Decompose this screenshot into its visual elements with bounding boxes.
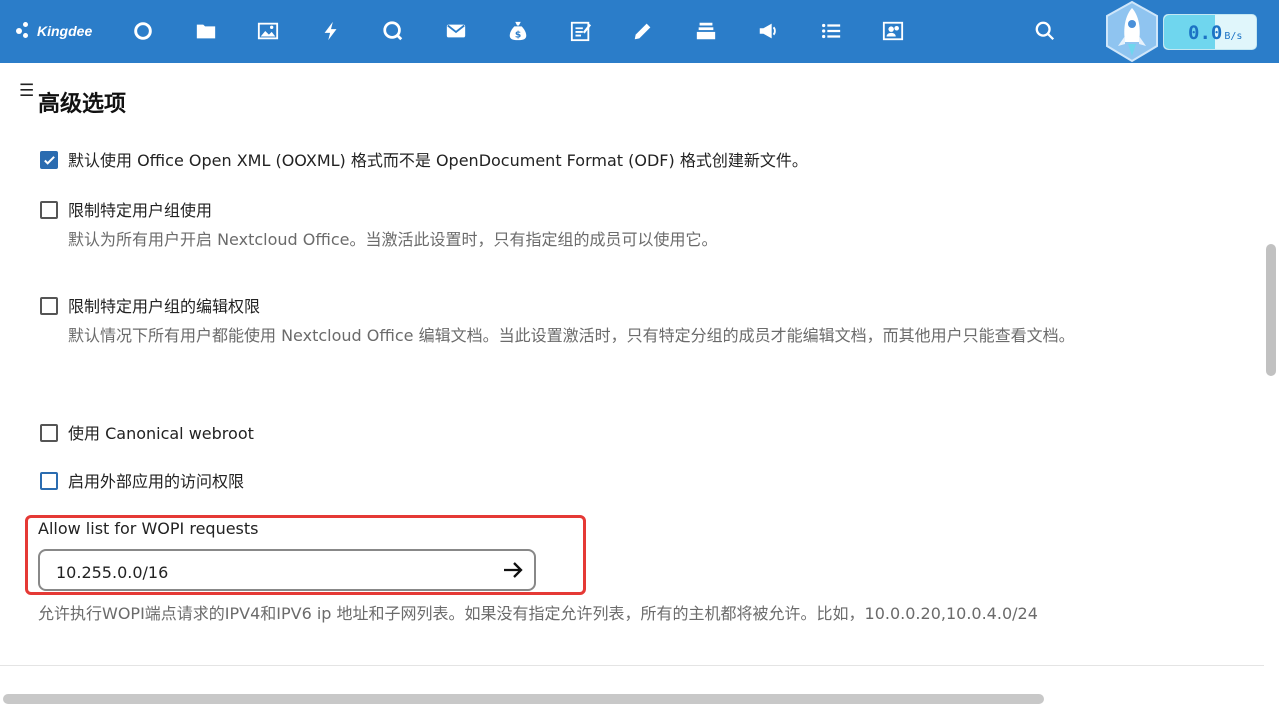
- brand-text: Kingdee: [37, 23, 93, 39]
- contacts-icon[interactable]: [881, 19, 905, 43]
- speed-value: 0.0: [1188, 22, 1223, 44]
- network-speed-widget[interactable]: 0.0 B/s: [1103, 0, 1257, 63]
- wopi-submit-button[interactable]: [492, 551, 534, 589]
- speed-unit: B/s: [1224, 31, 1243, 42]
- svg-text:$: $: [515, 29, 521, 40]
- chat-icon[interactable]: [381, 19, 405, 43]
- external-apps-label: 启用外部应用的访问权限: [68, 472, 245, 491]
- speed-meter: 0.0 B/s: [1163, 14, 1257, 50]
- canonical-webroot-checkbox[interactable]: [40, 424, 58, 442]
- circle-icon[interactable]: [131, 19, 155, 43]
- page-title: 高级选项: [38, 92, 127, 117]
- option-ooxml[interactable]: 默认使用 Office Open XML (OOXML) 格式而不是 OpenD…: [40, 151, 808, 171]
- pencil-icon[interactable]: [631, 19, 655, 43]
- menu-toggle-icon[interactable]: ☰: [19, 83, 34, 100]
- limit-edit-checkbox[interactable]: [40, 297, 58, 315]
- mail-icon[interactable]: [444, 19, 468, 43]
- option-limit-edit[interactable]: 限制特定用户组的编辑权限: [40, 297, 260, 317]
- limit-groups-label: 限制特定用户组使用: [68, 201, 213, 220]
- wopi-allowlist-field[interactable]: [38, 549, 536, 591]
- bolt-icon[interactable]: [319, 19, 343, 43]
- vertical-scrollbar[interactable]: [1266, 244, 1276, 376]
- external-apps-checkbox[interactable]: [40, 472, 58, 490]
- limit-edit-description: 默认情况下所有用户都能使用 Nextcloud Office 编辑文档。当此设置…: [68, 326, 1075, 345]
- option-limit-groups[interactable]: 限制特定用户组使用: [40, 201, 212, 221]
- canonical-webroot-label: 使用 Canonical webroot: [68, 424, 254, 443]
- logo-mark-icon: [16, 22, 34, 40]
- list-icon[interactable]: [819, 19, 843, 43]
- limit-edit-label: 限制特定用户组的编辑权限: [68, 297, 261, 316]
- kingdee-logo[interactable]: Kingdee: [16, 16, 92, 46]
- folder-icon[interactable]: [194, 19, 218, 43]
- megaphone-icon[interactable]: [756, 19, 780, 43]
- top-bar: Kingdee $ 0.0 B/s: [0, 0, 1279, 63]
- limit-groups-description: 默认为所有用户开启 Nextcloud Office。当激活此设置时，只有指定组…: [68, 230, 718, 249]
- money-bag-icon[interactable]: $: [506, 19, 530, 43]
- horizontal-scrollbar[interactable]: [3, 694, 1044, 704]
- rocket-icon: [1106, 0, 1158, 63]
- wopi-allowlist-label: Allow list for WOPI requests: [38, 519, 259, 538]
- arrow-right-icon: [504, 562, 523, 578]
- speed-readout: 0.0 B/s: [1188, 22, 1242, 44]
- section-divider: [0, 665, 1264, 666]
- image-icon[interactable]: [256, 19, 280, 43]
- option-external-apps[interactable]: 启用外部应用的访问权限: [40, 472, 244, 492]
- wopi-allowlist-input[interactable]: [54, 559, 478, 585]
- ooxml-label: 默认使用 Office Open XML (OOXML) 格式而不是 OpenD…: [68, 151, 808, 170]
- limit-groups-checkbox[interactable]: [40, 201, 58, 219]
- option-canonical-webroot[interactable]: 使用 Canonical webroot: [40, 424, 254, 444]
- stack-icon[interactable]: [694, 19, 718, 43]
- ooxml-checkbox[interactable]: [40, 151, 58, 169]
- notes-icon[interactable]: [569, 19, 593, 43]
- wopi-allowlist-help: 允许执行WOPI端点请求的IPV4和IPV6 ip 地址和子网列表。如果没有指定…: [38, 604, 1038, 623]
- search-icon[interactable]: [1033, 19, 1057, 43]
